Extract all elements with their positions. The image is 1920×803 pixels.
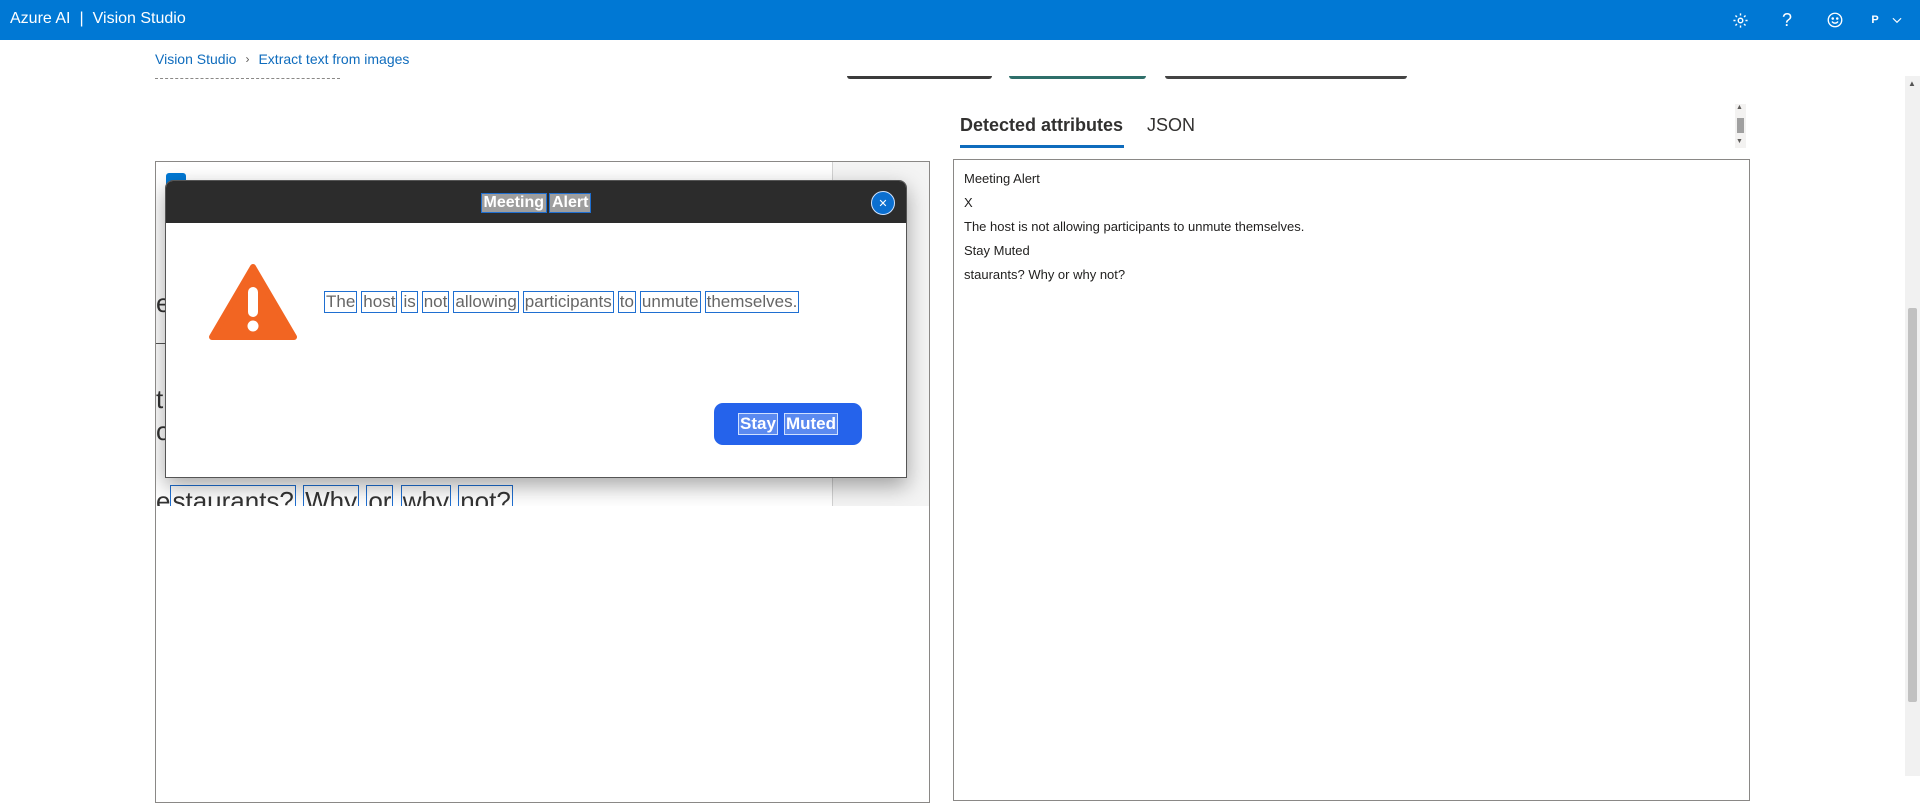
ocr-word-box: to	[617, 291, 636, 313]
ocr-word-box: not	[421, 291, 450, 313]
brand-title[interactable]: Azure AI | Vision Studio	[10, 10, 186, 28]
tabs-scrollbar[interactable]: ▲ ▼	[1735, 104, 1746, 148]
warning-icon	[209, 264, 297, 340]
ocr-word-box: The	[324, 291, 358, 313]
dialog-title: Meeting Alert	[166, 193, 906, 213]
divider	[155, 78, 340, 79]
brand-separator: |	[79, 10, 84, 27]
top-bar: Azure AI | Vision Studio ? P	[0, 0, 1920, 40]
ocr-word-box: unmute	[639, 291, 701, 313]
page-scrollbar[interactable]: ▲	[1905, 76, 1920, 776]
active-tab-indicator	[960, 145, 1124, 148]
breadcrumb-current-link[interactable]: Extract text from images	[258, 51, 409, 67]
ocr-word-box: staurants?	[170, 485, 296, 506]
meeting-alert-dialog: Meeting Alert ✕ The host is not allowing parti…	[165, 180, 907, 478]
screenshot-image: e t o estaurants? Why or why not? Meetin…	[156, 162, 929, 506]
detected-line: Stay Muted	[964, 243, 1030, 258]
scroll-up-icon[interactable]: ▲	[1908, 79, 1916, 88]
ocr-word-box: participants	[522, 291, 614, 313]
brand-name: Azure AI	[10, 10, 71, 27]
ocr-word-box: Stay	[738, 413, 778, 435]
detected-text-panel[interactable]: Meeting Alert X The host is not allowing…	[953, 159, 1750, 801]
sample-image-thumbnail[interactable]	[1165, 76, 1407, 79]
close-icon: ✕	[871, 191, 895, 215]
ocr-word-box: Meeting	[480, 193, 547, 213]
ocr-word-box: is	[401, 291, 418, 313]
scroll-up-icon[interactable]: ▲	[1736, 104, 1743, 111]
ocr-word-box: Alert	[549, 193, 592, 213]
scroll-down-icon[interactable]: ▼	[1736, 138, 1743, 145]
detected-line: X	[964, 195, 973, 210]
ocr-word-box: host	[361, 291, 398, 313]
ocr-word-box: Muted	[783, 413, 838, 435]
stay-muted-button: Stay Muted	[714, 403, 862, 445]
ocr-word-box: why	[400, 485, 451, 506]
ocr-word-box: allowing	[453, 291, 519, 313]
scrollbar-thumb[interactable]	[1737, 118, 1744, 133]
ocr-word-box: or	[366, 485, 394, 506]
help-icon[interactable]: ?	[1775, 8, 1799, 32]
detected-line: Meeting Alert	[964, 171, 1040, 186]
detected-line: staurants? Why or why not?	[964, 267, 1126, 282]
gear-icon[interactable]	[1728, 8, 1752, 32]
detected-line: The host is not allowing participants to…	[964, 219, 1305, 234]
image-preview-panel: e t o estaurants? Why or why not? Meetin…	[155, 161, 930, 803]
smiley-icon[interactable]	[1823, 8, 1847, 32]
ocr-word-box: Why	[303, 485, 360, 506]
sample-image-thumbnail[interactable]	[1009, 76, 1146, 79]
chevron-right-icon: ›	[245, 52, 250, 66]
chevron-down-icon[interactable]	[1885, 8, 1909, 32]
ocr-word-box: not?	[458, 485, 513, 506]
tab-json[interactable]: JSON	[1147, 115, 1195, 136]
background-text-fragment: t	[156, 384, 164, 414]
product-name: Vision Studio	[92, 10, 186, 27]
breadcrumb: Vision Studio › Extract text from images	[155, 51, 409, 67]
account-avatar[interactable]: P	[1863, 8, 1887, 32]
tab-detected-attributes[interactable]: Detected attributes	[960, 115, 1123, 136]
background-text-fragment: e	[156, 486, 171, 506]
breadcrumb-root-link[interactable]: Vision Studio	[155, 51, 236, 67]
page-scrollbar-thumb[interactable]	[1908, 308, 1917, 702]
dialog-message: The host is not allowing participants to unmute…	[324, 291, 803, 313]
dialog-header: Meeting Alert ✕	[166, 181, 906, 223]
background-ocr-line: estaurants? Why or why not?	[156, 485, 513, 506]
sample-image-thumbnail[interactable]	[847, 76, 992, 79]
ocr-word-box: themselves.	[704, 291, 800, 313]
